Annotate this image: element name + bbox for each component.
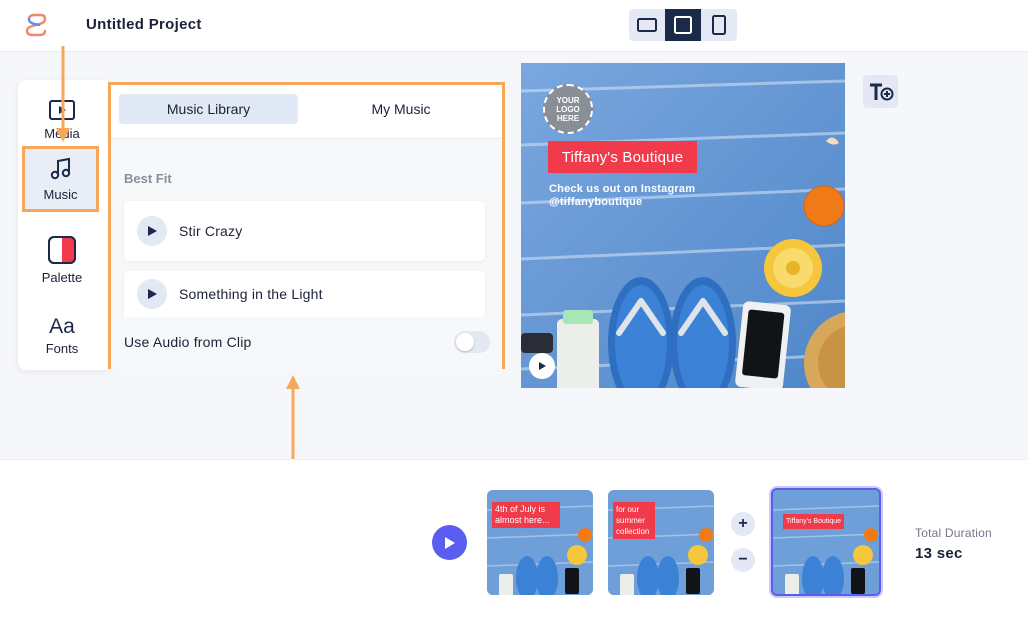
total-duration-label: Total Duration: [915, 526, 992, 540]
aspect-ratio-selector: [629, 9, 737, 41]
music-tabs: Music Library My Music: [111, 85, 502, 139]
promo-line: Check us out on Instagram: [549, 183, 696, 195]
down-arrow-icon: [56, 46, 70, 142]
fonts-icon: Aa: [49, 314, 75, 338]
section-title: Best Fit: [124, 171, 172, 186]
brand-name-text[interactable]: Tiffany's Boutique: [548, 141, 697, 173]
toggle-knob: [456, 333, 474, 351]
sidebar-item-fonts[interactable]: Aa Fonts: [18, 300, 106, 370]
clip-thumbnail-image: [773, 490, 879, 594]
app-logo-icon[interactable]: [24, 13, 48, 37]
sidebar-item-label: Palette: [41, 269, 83, 285]
tab-my-music[interactable]: My Music: [311, 94, 491, 124]
timeline-clip[interactable]: 4th of July is almost here...: [487, 490, 593, 595]
track-name: Stir Crazy: [179, 223, 243, 239]
palette-icon: [48, 235, 76, 264]
sidebar-item-palette[interactable]: Palette: [18, 225, 106, 295]
tab-music-library[interactable]: Music Library: [119, 94, 298, 124]
square-ratio-button[interactable]: [665, 9, 701, 41]
clip-caption: Tiffany's Boutique: [783, 514, 845, 529]
timeline-clip[interactable]: for our summer collection: [608, 490, 714, 595]
music-note-icon: [50, 157, 70, 179]
music-panel: Music Library My Music Best Fit Stir Cra…: [108, 82, 505, 369]
timeline-clip-selected[interactable]: Tiffany's Boutique: [771, 488, 881, 596]
square-icon: [674, 16, 692, 34]
clip-caption: for our summer collection: [613, 502, 655, 539]
portrait-ratio-button[interactable]: [701, 9, 737, 41]
track-name: Something in the Light: [179, 286, 323, 302]
video-preview[interactable]: YOUR LOGO HERE Tiffany's Boutique Check …: [521, 63, 845, 388]
use-audio-toggle[interactable]: [454, 331, 490, 353]
zoom-in-button[interactable]: +: [731, 512, 755, 536]
landscape-ratio-button[interactable]: [629, 9, 665, 41]
play-icon: [539, 362, 546, 370]
timeline: 4th of July is almost here... for our su…: [0, 459, 1028, 624]
total-duration-value: 13 sec: [915, 545, 963, 562]
sidebar-item-label: Fonts: [45, 340, 79, 356]
portrait-icon: [712, 15, 726, 35]
use-audio-row: Use Audio from Clip: [111, 317, 502, 369]
zoom-out-button[interactable]: −: [731, 548, 755, 572]
track-item[interactable]: Something in the Light: [124, 271, 485, 317]
play-button[interactable]: [137, 279, 167, 309]
project-title[interactable]: Untitled Project: [86, 16, 202, 33]
top-bar: Untitled Project: [0, 0, 1028, 52]
track-item[interactable]: Stir Crazy: [124, 201, 485, 261]
use-audio-label: Use Audio from Clip: [124, 334, 252, 350]
timeline-play-button[interactable]: [432, 525, 467, 560]
logo-placeholder[interactable]: YOUR LOGO HERE: [543, 84, 593, 134]
promo-line: @tiffanyboutique: [549, 196, 643, 208]
landscape-icon: [637, 18, 657, 32]
promo-text[interactable]: Check us out on Instagram @tiffanyboutiq…: [549, 183, 695, 209]
preview-play-button[interactable]: [529, 353, 555, 379]
play-icon: [148, 289, 157, 299]
sidebar-item-label: Music: [43, 186, 78, 202]
play-icon: [445, 536, 455, 549]
play-icon: [148, 226, 157, 236]
clip-caption: 4th of July is almost here...: [492, 502, 560, 528]
play-button[interactable]: [137, 216, 167, 246]
add-text-icon: [869, 83, 893, 100]
sidebar-item-music[interactable]: Music: [22, 146, 99, 212]
add-text-button[interactable]: [863, 75, 898, 108]
